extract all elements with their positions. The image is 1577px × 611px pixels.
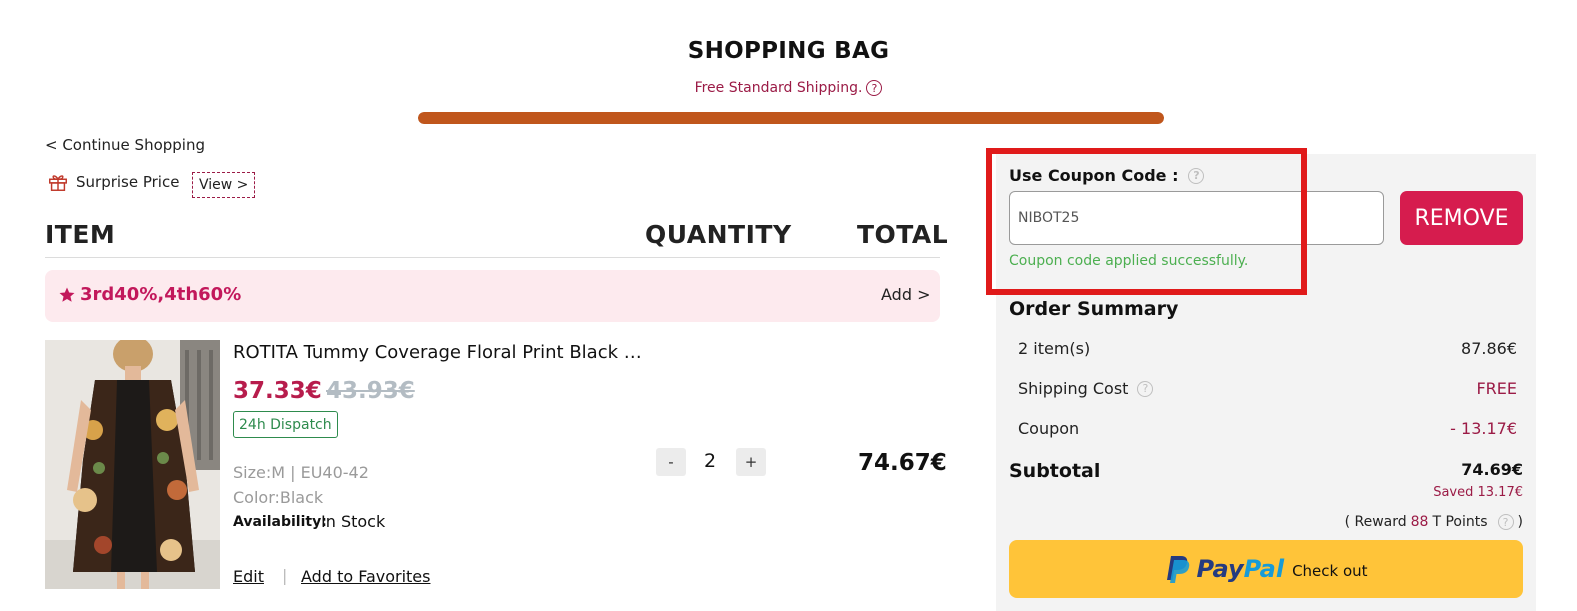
reward-points: ( Reward 88 T Points ? ): [1345, 514, 1523, 530]
color-attribute: Color:Black: [233, 488, 324, 507]
promo-add-link[interactable]: Add >: [881, 285, 930, 304]
size-attribute: Size:M | EU40-42: [233, 463, 369, 482]
quantity-increase-button[interactable]: +: [736, 448, 766, 476]
quantity-value: 2: [703, 450, 717, 472]
saved-amount: Saved 13.17€: [1433, 485, 1523, 500]
current-price: 37.33€: [233, 378, 322, 404]
add-to-favorites-link[interactable]: Add to Favorites: [301, 567, 430, 586]
shipping-cost-label: Shipping Cost: [1018, 379, 1129, 398]
line-total: 74.67€: [858, 450, 947, 476]
page-title: SHOPPING BAG: [687, 38, 890, 64]
edit-link[interactable]: Edit: [233, 567, 264, 586]
shipping-progress-bar: [418, 112, 1164, 124]
column-header-item: ITEM: [45, 220, 116, 249]
surprise-price-label: Surprise Price: [76, 173, 180, 191]
product-image[interactable]: [45, 340, 220, 589]
help-icon[interactable]: ?: [866, 80, 883, 96]
dispatch-badge: 24h Dispatch: [233, 411, 338, 438]
view-button[interactable]: View >: [192, 172, 256, 198]
coupon-discount-label: Coupon: [1018, 419, 1080, 438]
remove-coupon-button[interactable]: REMOVE: [1400, 191, 1523, 245]
paypal-logo-icon: [1167, 556, 1190, 583]
reward-suffix: T Points: [1432, 514, 1488, 530]
paypal-word-pal: Pal: [1243, 555, 1285, 583]
link-separator: |: [282, 566, 288, 585]
shipping-cost-row: Shipping Cost?: [1018, 379, 1154, 398]
column-header-total: TOTAL: [857, 220, 949, 249]
star-icon: [59, 287, 75, 302]
original-price: 43.93€: [326, 378, 415, 404]
help-icon[interactable]: ?: [1137, 380, 1154, 397]
order-summary-title: Order Summary: [1009, 298, 1179, 320]
gift-icon: [49, 175, 67, 191]
reward-close: ): [1517, 514, 1523, 530]
subtotal-value: 74.69€: [1461, 460, 1523, 479]
checkout-label: Check out: [1292, 562, 1368, 580]
free-shipping-text: Free Standard Shipping.: [694, 80, 863, 96]
quantity-decrease-button[interactable]: -: [656, 448, 686, 476]
dress-photo: [45, 340, 220, 589]
subtotal-label: Subtotal: [1009, 460, 1101, 482]
surprise-price: Surprise Price: [47, 171, 179, 193]
product-name[interactable]: ROTITA Tummy Coverage Floral Print Black…: [233, 342, 648, 363]
items-count-label: 2 item(s): [1018, 339, 1091, 358]
paypal-word-pay: Pay: [1196, 555, 1244, 583]
paypal-checkout-button[interactable]: PayPal Check out: [1009, 540, 1523, 598]
availability-label: Availability:: [233, 514, 327, 530]
shipping-cost-value: FREE: [1476, 379, 1517, 398]
items-value: 87.86€: [1461, 339, 1517, 358]
availability-value: In Stock: [321, 512, 386, 531]
free-shipping-note: Free Standard Shipping.?: [0, 80, 1577, 96]
promo-text: 3rd40%,4th60%: [80, 284, 242, 305]
reward-prefix: ( Reward: [1344, 514, 1407, 530]
promo-label: 3rd40%,4th60%: [58, 284, 241, 305]
column-header-quantity: QUANTITY: [645, 220, 792, 249]
paypal-wordmark: PayPal: [1196, 555, 1284, 583]
shipping-progress-fill: [418, 112, 1164, 124]
continue-shopping-link[interactable]: < Continue Shopping: [45, 136, 205, 154]
reward-points-value: 88: [1410, 514, 1429, 530]
help-icon[interactable]: ?: [1497, 514, 1514, 530]
highlight-box: [986, 148, 1307, 295]
coupon-discount-value: - 13.17€: [1450, 419, 1517, 438]
header-divider: [45, 257, 940, 258]
